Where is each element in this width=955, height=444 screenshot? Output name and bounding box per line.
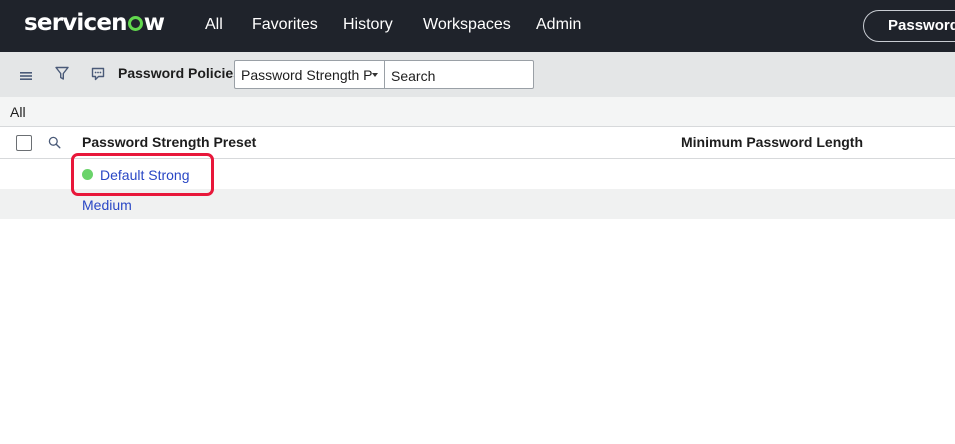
logo-text-start: servicen [24,10,128,36]
nav-favorites[interactable]: Favorites [252,16,318,34]
logo-text-end: w [143,10,165,36]
list-title: Password Policies [118,65,241,81]
nav-history[interactable]: History [343,16,393,34]
nav-admin[interactable]: Admin [536,16,581,34]
select-all-checkbox[interactable] [16,135,32,151]
column-header-minimum-password-length[interactable]: Minimum Password Length [681,134,863,150]
search-icon[interactable] [48,136,61,154]
breadcrumb-all[interactable]: All [10,104,26,120]
breadcrumb-bar: All [0,97,955,127]
record-link-medium[interactable]: Medium [82,197,132,213]
nav-workspaces[interactable]: Workspaces [423,16,511,34]
hamburger-menu-icon[interactable] [19,69,33,87]
search-field-select[interactable]: Password Strength P [234,60,385,89]
search-input[interactable] [384,60,534,89]
nav-all[interactable]: All [205,16,223,34]
column-header-password-strength-preset[interactable]: Password Strength Preset [82,134,256,150]
logo-o-ring-icon [127,16,143,31]
search-field-select-value: Password Strength P [241,67,373,83]
servicenow-logo[interactable]: servicen w [24,10,165,36]
list-toolbar: Password Policies Password Strength P [0,52,955,97]
filter-icon[interactable] [55,66,69,86]
top-navigation: servicen w All Favorites History Workspac… [0,0,955,52]
context-pill-button[interactable]: Password [863,10,955,42]
chat-bubble-icon[interactable] [91,67,105,86]
caret-down-icon [372,73,378,77]
annotation-highlight-box [71,153,214,196]
